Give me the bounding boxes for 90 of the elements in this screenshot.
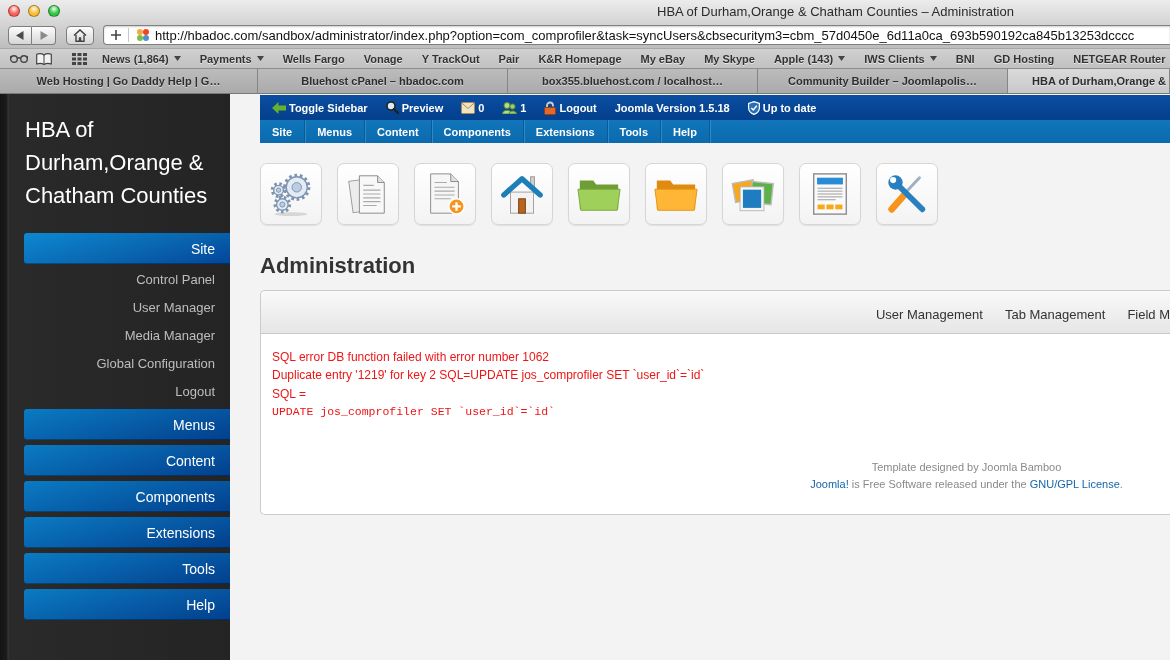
bookmark-link[interactable]: News (1,864) <box>102 52 181 65</box>
menu-item[interactable]: Extensions <box>523 120 608 143</box>
sql-code-text: UPDATE jos_comprofiler SET `user_id`=`id` <box>272 404 555 421</box>
shortcut-button[interactable] <box>799 163 861 225</box>
home-icon <box>73 28 87 42</box>
window-title: HBA of Durham,Orange & Chatham Counties – Administration <box>657 3 1014 19</box>
page-title: Administration <box>260 253 417 279</box>
footer-link[interactable]: GNU/GPL License <box>1029 477 1120 490</box>
toolbar-link[interactable]: 0 <box>461 101 485 114</box>
shortcut-button[interactable] <box>876 163 938 225</box>
license-notice: Joomla! is Free Software released under the GNU/GPL License. <box>810 476 1123 492</box>
error-message: SQL error DB function failed with error number 1062 <box>272 349 550 366</box>
menu-item[interactable]: Content <box>365 120 432 143</box>
forward-icon <box>39 30 48 40</box>
sidebar-link[interactable]: Control Panel <box>136 266 215 294</box>
sidebar-link[interactable]: Media Manager <box>124 322 215 350</box>
minimize-button[interactable] <box>28 5 40 17</box>
version-text: Joomla Version 1.5.18 <box>614 101 730 114</box>
bookmark-link[interactable]: NETGEAR Router <box>1073 52 1166 65</box>
sidebar-link[interactable]: User Manager <box>132 294 215 322</box>
people-icon <box>502 101 518 114</box>
toolbar-link[interactable]: Toggle Sidebar <box>272 101 368 114</box>
sidebar-menu-button[interactable]: Tools <box>24 553 230 584</box>
back-button[interactable] <box>8 25 32 45</box>
shortcut-button[interactable] <box>491 163 553 225</box>
glasses-icon[interactable] <box>10 54 28 63</box>
panel-tab[interactable]: User Management <box>875 307 983 322</box>
browser-tab[interactable]: Bluehost cPanel – hbadoc.com <box>258 69 508 93</box>
lock-icon <box>544 100 557 115</box>
template-credit: Template designed by Joomla Bamboo <box>871 459 1062 475</box>
sidebar-menu-button[interactable]: Site <box>24 233 230 264</box>
bookmark-link[interactable]: Pair <box>498 52 520 65</box>
bookmark-link[interactable]: BNI <box>955 52 975 65</box>
menu-item[interactable]: Help <box>661 120 710 143</box>
bookmark-link[interactable]: K&R Homepage <box>538 52 622 65</box>
favicon-icon <box>136 28 150 42</box>
browser-tab[interactable]: Community Builder – Joomlapolis… <box>758 69 1008 93</box>
shield-icon <box>747 100 760 115</box>
envelope-icon <box>461 101 476 114</box>
sidebar-menu-button[interactable]: Help <box>24 589 230 620</box>
shortcut-button[interactable] <box>337 163 399 225</box>
error-message: SQL = <box>272 385 306 403</box>
shortcut-button[interactable] <box>260 163 322 225</box>
browser-tab[interactable]: HBA of Durham,Orange & <box>1008 69 1170 93</box>
menu-item[interactable]: Tools <box>607 120 661 143</box>
back-icon <box>16 30 24 40</box>
site-title: HBA of Durham,Orange & Chatham Counties <box>24 116 209 210</box>
sidebar-link[interactable]: Global Configuration <box>96 350 215 378</box>
shortcut-button[interactable] <box>414 163 476 225</box>
bookmark-link[interactable]: Y TrackOut <box>421 52 480 65</box>
zoom-button[interactable] <box>48 5 60 17</box>
url-text: http://hbadoc.com/sandbox/administrator/index.php?option=com_comprofiler&task=syncUsers&cbsecuritym3=cbm_57d0450e_6d11a0ca_693b590192ca845b13253dcccc <box>155 27 1135 43</box>
browser-tab[interactable]: box355.bluehost.com / localhost… <box>508 69 758 93</box>
arrow-left-icon <box>272 101 286 114</box>
bookmark-link[interactable]: Payments <box>199 52 264 65</box>
home-button[interactable] <box>66 25 94 45</box>
toolbar-link[interactable]: Up to date <box>747 100 817 115</box>
sidebar-link[interactable]: Logout <box>175 378 215 406</box>
bookmark-link[interactable]: My eBay <box>640 52 686 65</box>
book-icon[interactable] <box>36 52 52 65</box>
shortcut-button[interactable] <box>722 163 784 225</box>
browser-tab[interactable]: Web Hosting | Go Daddy Help | G… <box>0 69 258 93</box>
bookmark-link[interactable]: Apple (143) <box>773 52 846 65</box>
toolbar-link[interactable]: Preview <box>385 101 444 114</box>
close-button[interactable] <box>8 5 20 17</box>
bookmark-link[interactable]: Vonage <box>363 52 403 65</box>
forward-button[interactable] <box>32 25 56 45</box>
bookmark-link[interactable]: My Skype <box>704 52 755 65</box>
sidebar-menu-button[interactable]: Components <box>24 481 230 512</box>
sidebar-menu-button[interactable]: Content <box>24 445 230 476</box>
shortcut-button[interactable] <box>645 163 707 225</box>
search-icon <box>385 101 399 114</box>
footer-link[interactable]: Joomla! <box>810 477 849 490</box>
panel-tab[interactable]: Field M <box>1127 307 1170 322</box>
sidebar-menu-button[interactable]: Extensions <box>24 517 230 548</box>
toolbar-link[interactable]: Logout <box>544 100 597 115</box>
plus-icon <box>111 30 121 40</box>
menu-item[interactable]: Components <box>431 120 524 143</box>
shortcut-button[interactable] <box>568 163 630 225</box>
sidebar-menu-button[interactable]: Menus <box>24 409 230 440</box>
bookmark-link[interactable]: Wells Fargo <box>282 52 345 65</box>
toolbar-link[interactable]: 1 <box>502 101 527 114</box>
panel-tab[interactable]: Tab Management <box>1004 307 1106 322</box>
bookmark-link[interactable]: GD Hosting <box>993 52 1055 65</box>
address-field[interactable]: http://hbadoc.com/sandbox/administrator/index.php?option=com_comprofiler&task=syncUsers&cbsecuritym3=cbm_57d0450e_6d11a0ca_693b590192ca845b13253dcccc <box>103 25 1170 45</box>
grid-icon[interactable] <box>72 52 87 65</box>
error-message: Duplicate entry '1219' for key 2 SQL=UPDATE jos_comprofiler SET `user_id`=`id` <box>272 367 705 385</box>
menu-item[interactable]: Menus <box>305 120 366 143</box>
menu-item[interactable]: Site <box>260 120 306 143</box>
bookmark-link[interactable]: IWS Clients <box>864 52 937 65</box>
